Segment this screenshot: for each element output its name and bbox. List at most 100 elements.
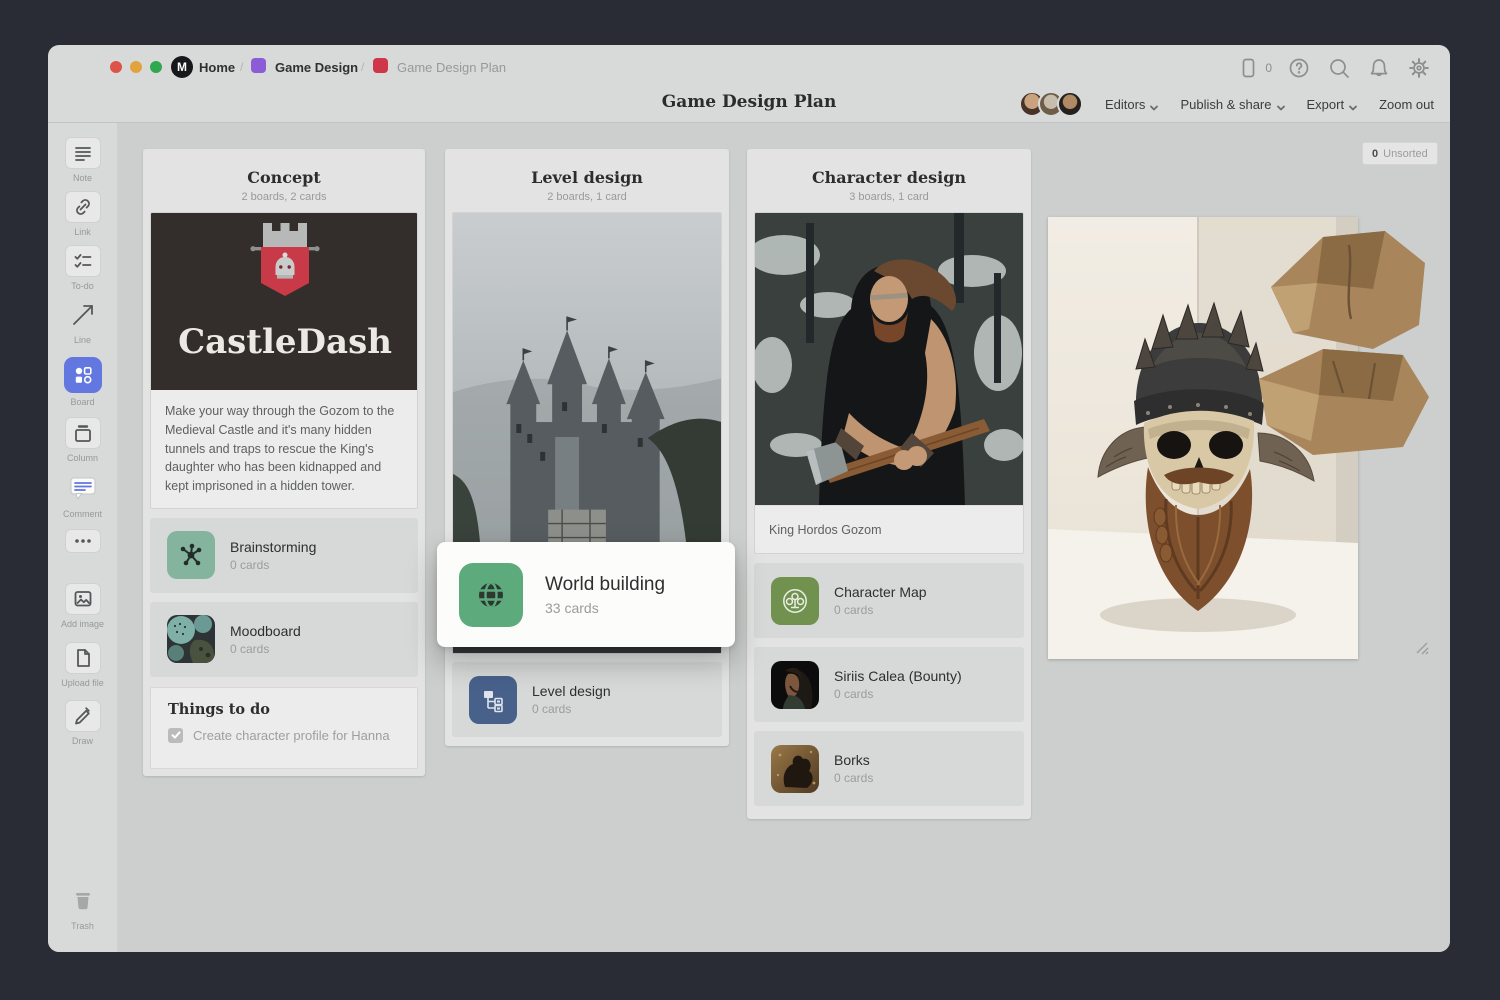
concept-note-text[interactable]: Make your way through the Gozom to the M… <box>151 390 417 508</box>
help-button[interactable] <box>1286 55 1312 81</box>
editors-dropdown[interactable]: Editors <box>1105 97 1158 112</box>
viking-photo <box>755 213 1023 505</box>
board-canvas[interactable]: 0 Unsorted Concept 2 boards, 2 cards <box>117 123 1450 952</box>
board-count: 0 cards <box>834 603 927 617</box>
unsorted-label: Unsorted <box>1383 148 1428 160</box>
tool-label: Column <box>67 453 98 463</box>
device-preview-button[interactable] <box>1235 55 1261 81</box>
draw-pencil-icon <box>71 704 95 728</box>
world-building-board-icon <box>459 563 523 627</box>
tool-draw[interactable]: Draw <box>48 700 117 746</box>
zoom-window-button[interactable] <box>150 61 162 73</box>
dragged-card-world-building[interactable]: World building 33 cards <box>437 542 735 647</box>
board-row-siriis-calea[interactable]: Siriis Calea (Bounty) 0 cards <box>754 647 1024 722</box>
column-subtitle: 2 boards, 2 cards <box>150 191 418 203</box>
castledash-note-card[interactable]: CastleDash Make your way through the Goz… <box>150 212 418 509</box>
board-icon <box>71 363 95 387</box>
unsorted-badge[interactable]: 0 Unsorted <box>1362 142 1438 165</box>
viking-photo-caption: King Hordos Gozom <box>755 505 1023 553</box>
tool-label: Note <box>73 173 92 183</box>
comment-icon <box>68 475 98 503</box>
board-row-moodboard[interactable]: Moodboard 0 cards <box>150 602 418 677</box>
board-row-brainstorming[interactable]: Brainstorming 0 cards <box>150 518 418 593</box>
add-image-icon <box>71 587 95 611</box>
todo-icon <box>71 249 95 273</box>
column-icon <box>71 421 95 445</box>
castledash-logo-text: CastleDash <box>178 322 392 362</box>
chevron-down-icon <box>1349 100 1357 108</box>
tool-link[interactable]: Link <box>48 191 117 237</box>
board-row-borks[interactable]: Borks 0 cards <box>754 731 1024 806</box>
zoom-out-button[interactable]: Zoom out <box>1379 97 1434 112</box>
milanote-logo[interactable]: M <box>171 56 193 78</box>
breadcrumb-separator: / <box>240 60 243 74</box>
editor-avatars[interactable] <box>1019 91 1083 117</box>
tool-label: Line <box>74 335 91 345</box>
tool-note[interactable]: Note <box>48 137 117 183</box>
export-dropdown[interactable]: Export <box>1307 97 1358 112</box>
link-icon <box>71 195 95 219</box>
logo-letter: M <box>177 60 187 74</box>
resize-handle-icon[interactable] <box>1415 641 1429 655</box>
rocks-3d-render <box>1253 229 1433 489</box>
tool-label: Comment <box>63 509 102 519</box>
column-header[interactable]: Character design 3 boards, 1 card <box>754 156 1024 212</box>
tool-sidebar: Note Link To-do Line Board Column <box>48 123 118 952</box>
character-map-board-icon <box>771 577 819 625</box>
search-button[interactable] <box>1326 55 1352 81</box>
breadcrumb-home[interactable]: Home <box>199 60 235 75</box>
bell-icon <box>1367 56 1391 80</box>
drag-card-title: World building <box>545 574 665 596</box>
note-icon <box>71 141 95 165</box>
board-count: 0 cards <box>532 702 611 716</box>
device-icon <box>1236 56 1260 80</box>
tool-label: To-do <box>71 281 94 291</box>
close-window-button[interactable] <box>110 61 122 73</box>
tool-column[interactable]: Column <box>48 417 117 463</box>
avatar <box>1057 91 1083 117</box>
breadcrumb-project[interactable]: Game Design <box>275 60 358 75</box>
tool-comment[interactable]: Comment <box>48 473 117 519</box>
level-design-board-icon <box>469 676 517 724</box>
skull-image-card[interactable] <box>1048 217 1433 659</box>
tool-label: Draw <box>72 736 93 746</box>
drag-card-count: 33 cards <box>545 600 665 616</box>
app-window: M Home / Game Design / Game Design Plan … <box>48 45 1450 952</box>
board-title: Level design <box>532 683 611 699</box>
help-icon <box>1287 56 1311 80</box>
column-subtitle: 3 boards, 1 card <box>754 191 1024 203</box>
device-count: 0 <box>1265 61 1272 75</box>
todo-card-title: Things to do <box>168 701 400 718</box>
tool-line[interactable]: Line <box>48 299 117 345</box>
todo-item-text: Create character profile for Hanna <box>193 728 390 743</box>
viking-photo-card[interactable]: King Hordos Gozom <box>754 212 1024 554</box>
tool-more[interactable] <box>48 529 117 553</box>
board-title: Character Map <box>834 584 927 600</box>
editors-label: Editors <box>1105 97 1145 112</box>
board-row-character-map[interactable]: Character Map 0 cards <box>754 563 1024 638</box>
publish-share-dropdown[interactable]: Publish & share <box>1180 97 1284 112</box>
board-title: Borks <box>834 752 873 768</box>
column-header[interactable]: Concept 2 boards, 2 cards <box>150 156 418 212</box>
tool-add-image[interactable]: Add image <box>48 583 117 629</box>
line-arrow-icon <box>69 301 97 329</box>
column-header[interactable]: Level design 2 boards, 1 card <box>452 156 722 212</box>
todo-checkbox-checked[interactable] <box>168 728 183 743</box>
notifications-button[interactable] <box>1366 55 1392 81</box>
breadcrumb-project-icon <box>251 58 266 73</box>
settings-button[interactable] <box>1406 55 1432 81</box>
tool-label: Upload file <box>61 678 104 688</box>
todo-item: Create character profile for Hanna <box>168 728 400 743</box>
moodboard-thumbnail <box>167 615 215 663</box>
more-icon <box>71 536 95 546</box>
tool-board[interactable]: Board <box>48 357 117 407</box>
minimize-window-button[interactable] <box>130 61 142 73</box>
borks-thumbnail <box>771 745 819 793</box>
tool-trash[interactable]: Trash <box>48 885 117 931</box>
board-row-level-design[interactable]: Level design 0 cards <box>452 662 722 737</box>
tool-todo[interactable]: To-do <box>48 245 117 291</box>
tool-upload-file[interactable]: Upload file <box>48 642 117 688</box>
column-subtitle: 2 boards, 1 card <box>452 191 722 203</box>
board-count: 0 cards <box>834 687 962 701</box>
todo-card[interactable]: Things to do Create character profile fo… <box>150 687 418 769</box>
